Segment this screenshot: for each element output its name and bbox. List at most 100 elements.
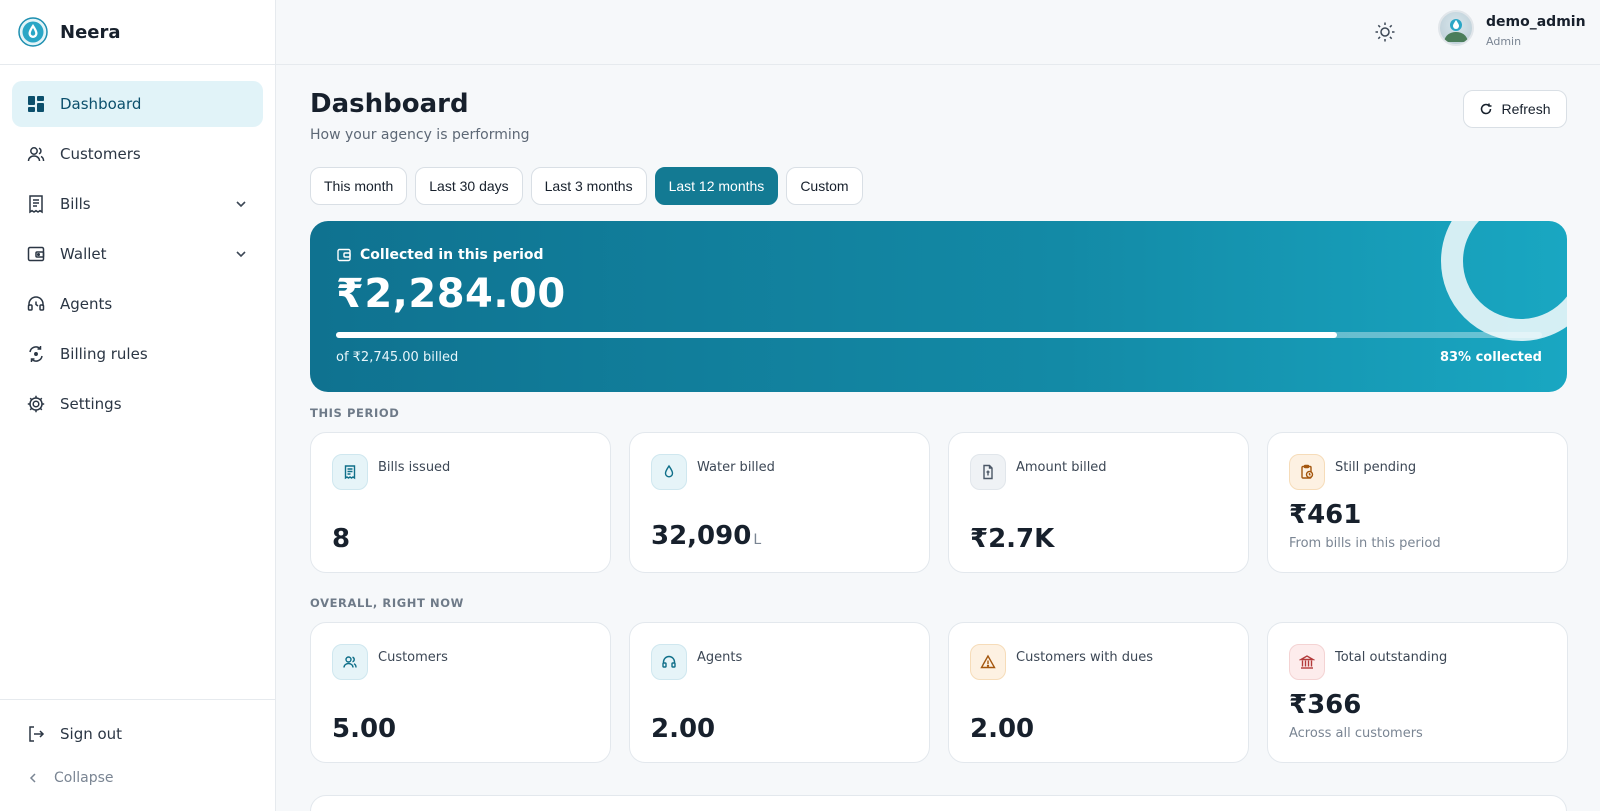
card-subtext: Across all customers [1289,726,1423,741]
card-title: Agents [697,650,743,665]
refresh-label: Refresh [1501,101,1551,117]
stat-card-agents[interactable]: Agents 2.00 [629,622,930,763]
section-label-overall: OVERALL, RIGHT NOW [310,596,464,610]
card-value: 2.00 [970,714,1035,744]
card-value-unit: L [753,532,762,548]
chevron-down-icon[interactable] [233,196,249,212]
sign-out-icon [26,724,46,744]
card-title: Amount billed [1016,460,1107,475]
warning-icon [970,644,1006,680]
card-value: 2.00 [651,714,716,744]
next-section-card [310,795,1567,811]
sidebar-item-label: Customers [60,145,141,163]
sidebar-item-wallet[interactable]: Wallet [12,231,263,277]
sidebar-item-bills[interactable]: Bills [12,181,263,227]
sidebar-item-billing-rules[interactable]: Billing rules [12,331,263,377]
overall-cards: Customers 5.00 Agents 2.00 Customers wit… [310,622,1568,763]
user-role: Admin [1486,35,1522,48]
stat-card-total-outstanding[interactable]: Total outstanding ₹366 Across all custom… [1267,622,1568,763]
card-title: Total outstanding [1335,650,1448,665]
avatar-image-icon [1444,19,1468,42]
sidebar-item-label: Bills [60,195,91,213]
card-value: 8 [332,524,351,554]
rules-icon [26,344,46,364]
card-title: Customers with dues [1016,650,1154,665]
card-value: ₹2.7K [970,524,1055,554]
sidebar-item-dashboard[interactable]: Dashboard [12,81,263,127]
chevron-down-icon[interactable] [233,246,249,262]
chevron-left-icon [26,771,40,785]
topbar: demo_admin Admin [276,0,1600,65]
sidebar-item-label: Wallet [60,245,107,263]
filter-custom[interactable]: Custom [786,167,863,205]
filter-last-3-months[interactable]: Last 3 months [530,167,647,205]
refresh-icon [1481,103,1492,115]
headset-icon [26,294,46,314]
card-value-number: 32,090 [651,521,752,551]
sidebar-item-agents[interactable]: Agents [12,281,263,327]
user-name[interactable]: demo_admin [1486,14,1586,30]
stat-card-amount-billed[interactable]: Amount billed ₹2.7K [948,432,1249,573]
card-title: Bills issued [378,460,451,475]
collected-percent: 83% collected [1439,350,1542,365]
wallet-icon [26,244,46,264]
sidebar-item-label: Settings [60,395,122,413]
collection-progress-bar [336,332,1542,338]
sign-out-label: Sign out [60,725,123,743]
sign-out-button[interactable]: Sign out [12,712,263,756]
avatar[interactable] [1438,10,1474,46]
page-title: Dashboard [310,89,469,119]
users-icon [332,644,368,680]
sun-icon[interactable] [1373,20,1397,44]
filter-last-12-months[interactable]: Last 12 months [654,167,779,205]
sidebar: Neera Dashboard Customers Bills Wallet A… [0,0,276,811]
sidebar-item-label: Agents [60,295,113,313]
clipboard-clock-icon [1289,454,1325,490]
users-icon [26,144,46,164]
collected-amount: ₹2,284.00 [336,271,566,317]
stat-card-bills-issued[interactable]: Bills issued 8 [310,432,611,573]
stat-card-customers[interactable]: Customers 5.00 [310,622,611,763]
stat-card-still-pending[interactable]: Still pending ₹461 From bills in this pe… [1267,432,1568,573]
collapse-label: Collapse [54,770,114,786]
sidebar-nav: Dashboard Customers Bills Wallet Agents … [0,65,275,427]
receipt-icon [332,454,368,490]
section-label-this-period: THIS PERIOD [310,406,400,420]
stat-card-customers-with-dues[interactable]: Customers with dues 2.00 [948,622,1249,763]
card-value: ₹461 [1289,500,1362,530]
card-title: Customers [378,650,448,665]
dashboard-icon [26,94,46,114]
stat-card-water-billed[interactable]: Water billed 32,090 L [629,432,930,573]
decorative-ring [1441,221,1567,341]
sidebar-footer: Sign out Collapse [0,699,275,811]
bank-icon [1289,644,1325,680]
gear-icon [26,394,46,414]
billed-total: of ₹2,745.00 billed [336,350,459,365]
sidebar-item-label: Billing rules [60,345,148,363]
sidebar-item-customers[interactable]: Customers [12,131,263,177]
water-drop-logo-icon [18,17,48,47]
collected-summary-card: Collected in this period ₹2,284.00 of ₹2… [310,221,1567,392]
receipt-icon [26,194,46,214]
wallet-icon [337,248,351,262]
headset-icon [651,644,687,680]
page-subtitle: How your agency is performing [310,127,530,143]
collapse-button[interactable]: Collapse [12,756,263,800]
sidebar-item-settings[interactable]: Settings [12,381,263,427]
collected-label-text: Collected in this period [360,247,544,263]
card-title: Water billed [697,460,775,475]
brand[interactable]: Neera [0,0,275,65]
this-period-cards: Bills issued 8 Water billed 32,090 L Amou… [310,432,1568,573]
document-icon [970,454,1006,490]
refresh-button[interactable]: Refresh [1463,90,1567,128]
card-title: Still pending [1335,460,1417,475]
card-value: 5.00 [332,714,397,744]
card-subtext: From bills in this period [1289,536,1441,551]
collection-progress-fill [336,332,1337,338]
brand-name: Neera [60,21,121,43]
filter-this-month[interactable]: This month [310,167,408,205]
water-drop-icon [651,454,687,490]
date-range-filters: This month Last 30 days Last 3 months La… [310,167,863,205]
collected-label: Collected in this period [336,247,544,263]
filter-last-30-days[interactable]: Last 30 days [415,167,523,205]
